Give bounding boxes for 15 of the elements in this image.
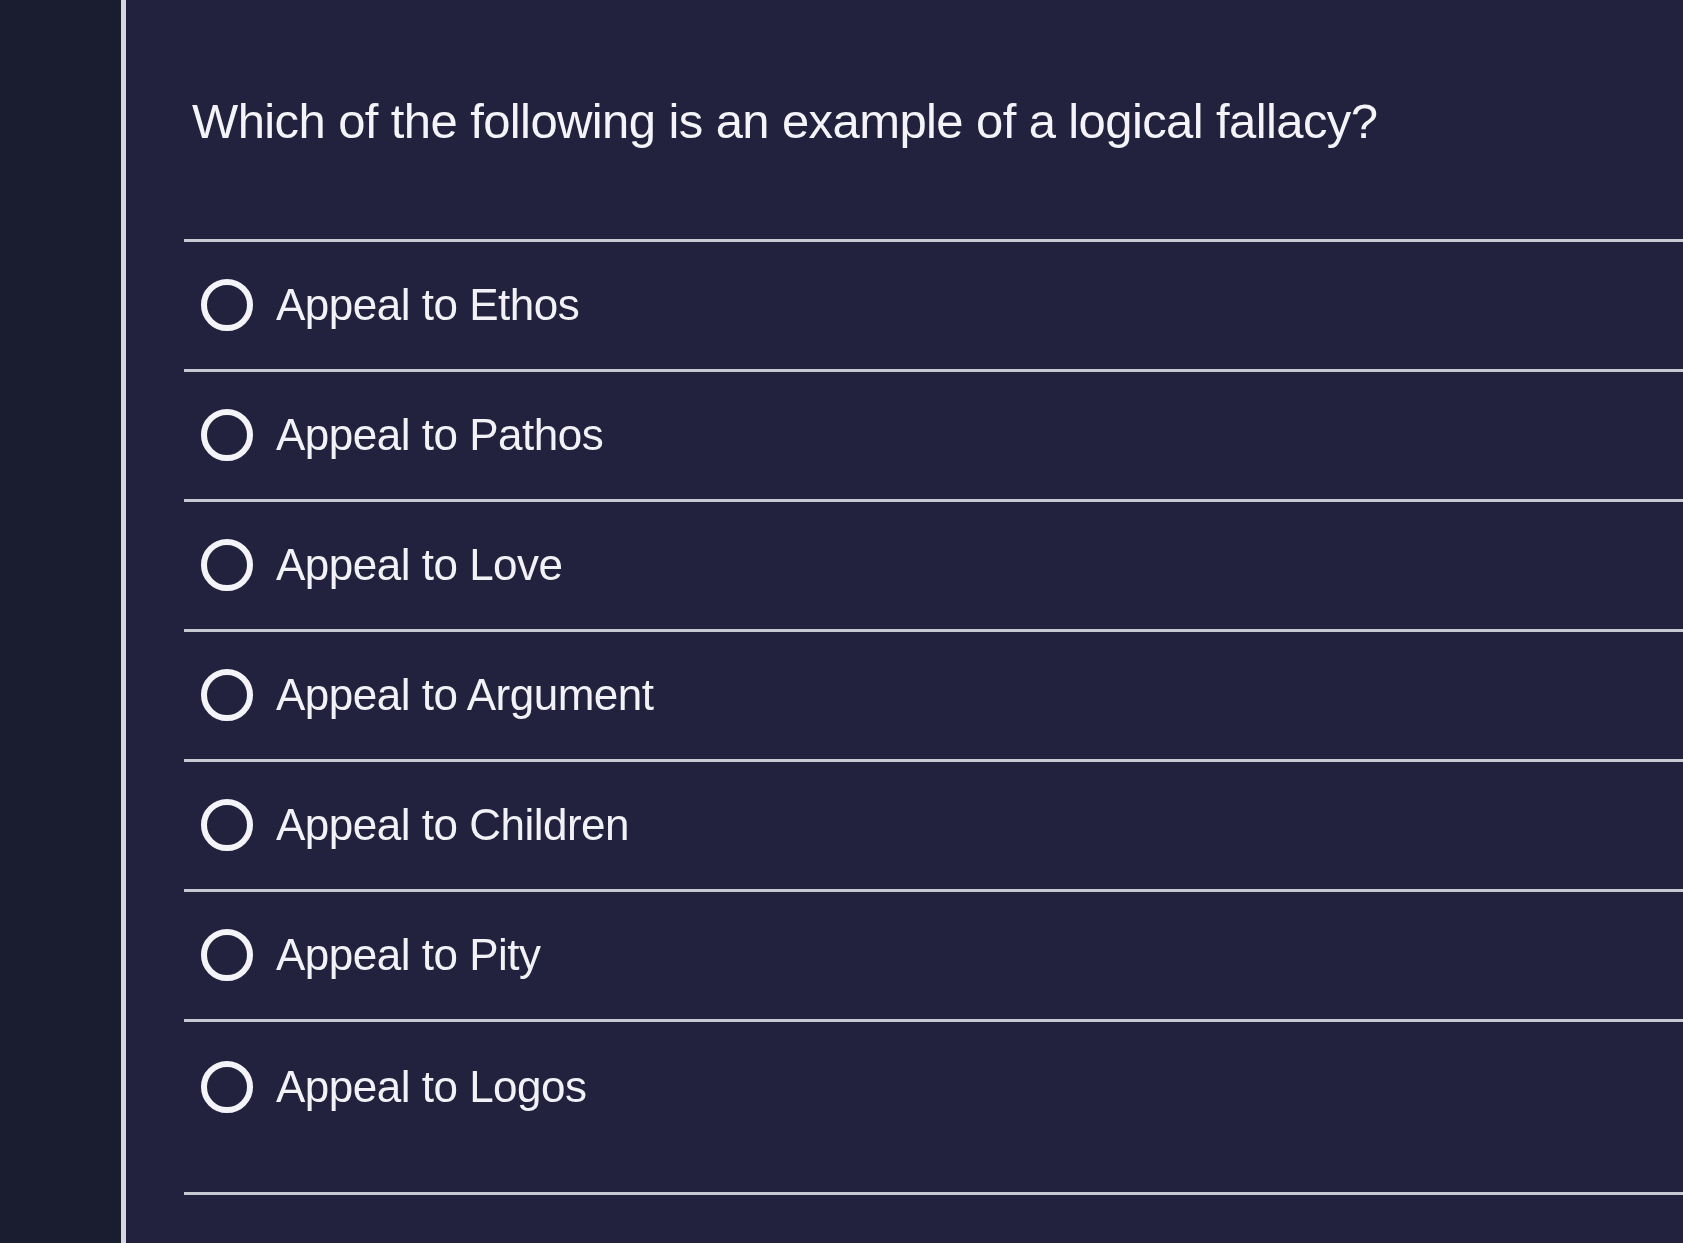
option-label: Appeal to Pathos	[276, 410, 604, 461]
radio-button[interactable]	[200, 278, 254, 333]
option-label: Appeal to Children	[276, 800, 629, 851]
option-label: Appeal to Pity	[276, 930, 541, 981]
radio-button[interactable]	[200, 928, 254, 983]
option-label: Appeal to Love	[276, 540, 563, 591]
option-label: Appeal to Ethos	[276, 280, 580, 331]
radio-button[interactable]	[200, 1059, 254, 1114]
radio-button[interactable]	[200, 408, 254, 463]
radio-button[interactable]	[200, 798, 254, 853]
radio-button[interactable]	[200, 538, 254, 593]
option-label: Appeal to Logos	[276, 1061, 587, 1112]
radio-button[interactable]	[200, 668, 254, 723]
question-text: Which of the following is an example of a logical fallacy?	[192, 93, 1379, 150]
option-label: Appeal to Argument	[276, 670, 654, 721]
